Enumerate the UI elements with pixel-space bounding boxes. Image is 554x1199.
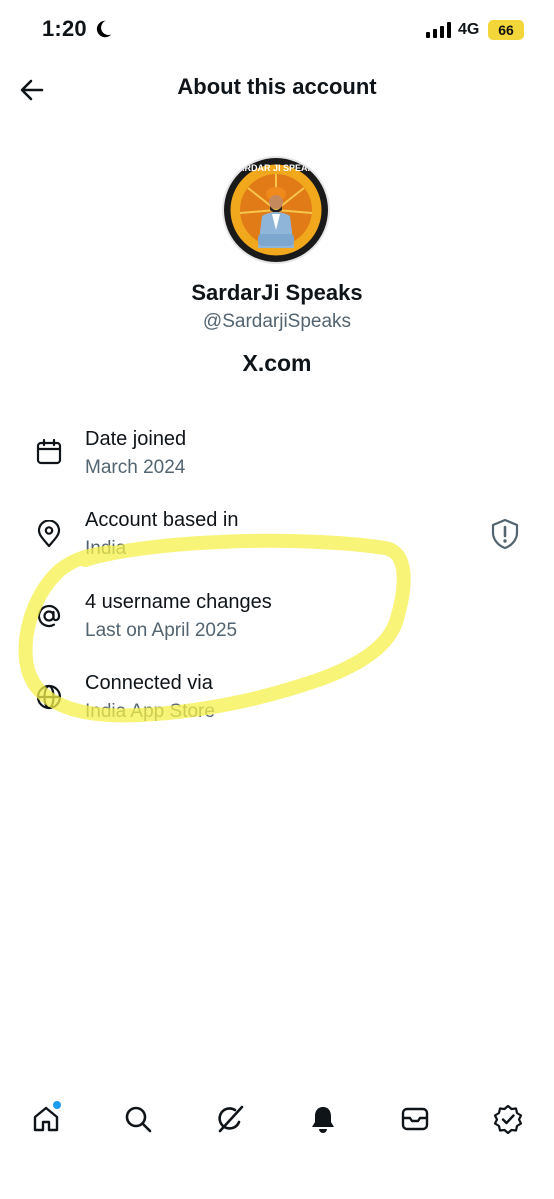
avatar[interactable]: SARDAR JI SPEAKS	[222, 156, 330, 264]
row-subtitle: India App Store	[85, 701, 215, 722]
moon-icon	[96, 20, 112, 38]
calendar-icon	[36, 438, 62, 465]
shield-alert-icon[interactable]	[490, 518, 520, 550]
battery-indicator: 66	[488, 20, 524, 40]
status-time: 1:20	[42, 16, 87, 41]
page-title: About this account	[177, 74, 377, 99]
row-subtitle: Last on April 2025	[85, 620, 238, 641]
row-title: 4 username changes	[85, 591, 272, 613]
signal-icon	[426, 22, 451, 38]
grok-icon[interactable]	[215, 1104, 245, 1134]
notifications-bell-icon[interactable]	[308, 1104, 338, 1134]
messages-icon[interactable]	[400, 1104, 430, 1134]
back-arrow-icon[interactable]	[18, 76, 46, 104]
row-subtitle: India	[85, 538, 127, 559]
profile-name: SardarJi Speaks	[191, 280, 363, 305]
row-title: Account based in	[85, 509, 239, 531]
avatar-illustration: SARDAR JI SPEAKS	[224, 158, 328, 262]
search-icon[interactable]	[123, 1104, 153, 1134]
at-sign-icon	[37, 604, 61, 628]
brand-label: X.com	[242, 350, 312, 376]
row-title: Connected via	[85, 672, 213, 694]
row-title: Date joined	[85, 428, 187, 450]
location-pin-icon	[37, 520, 61, 548]
avatar-text: SARDAR JI SPEAKS	[232, 163, 320, 173]
row-subtitle: March 2024	[85, 457, 186, 478]
verified-icon[interactable]	[493, 1104, 523, 1134]
globe-icon	[36, 684, 62, 710]
profile-handle: @SardarjiSpeaks	[202, 311, 352, 332]
notification-dot	[53, 1101, 61, 1109]
network-label: 4G	[458, 21, 480, 38]
